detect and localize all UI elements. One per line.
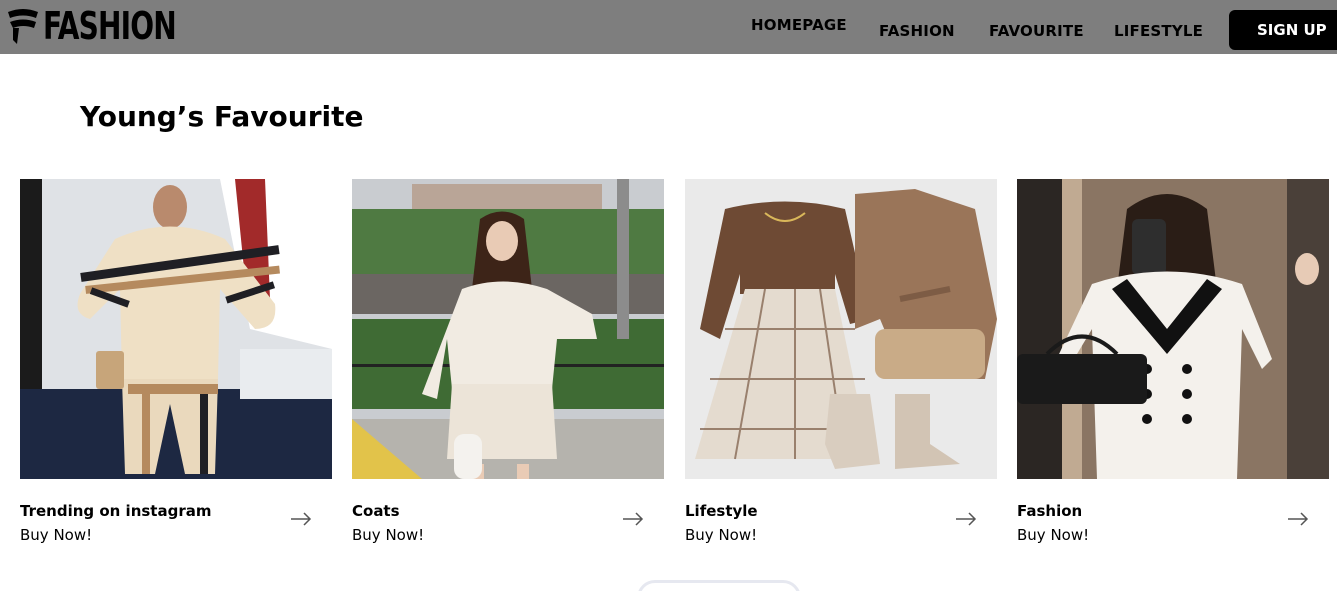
nav-item-homepage[interactable]: HOMEPAGE — [751, 16, 847, 34]
card-buy-now-link[interactable]: Buy Now! — [352, 526, 424, 544]
card-title: Trending on instagram — [20, 502, 212, 520]
card-title: Lifestyle — [685, 502, 758, 520]
card-buy-now-link[interactable]: Buy Now! — [1017, 526, 1089, 544]
arrow-right-icon[interactable] — [955, 512, 977, 526]
product-image-blazer-dress[interactable] — [1017, 179, 1329, 479]
card-title: Fashion — [1017, 502, 1083, 520]
arrow-right-icon[interactable] — [290, 512, 312, 526]
load-more-button[interactable] — [637, 580, 801, 591]
product-card-trending[interactable]: Trending on instagram Buy Now! — [20, 179, 332, 549]
brand-logo[interactable]: FASHION — [6, 4, 205, 48]
arrow-right-icon[interactable] — [1287, 512, 1309, 526]
top-navigation-bar: FASHION HOMEPAGE FASHION FAVOURITE LIFES… — [0, 0, 1337, 54]
sign-up-button[interactable]: SIGN UP — [1229, 10, 1337, 50]
fashion-logo-icon — [8, 9, 38, 44]
nav-item-fashion[interactable]: FASHION — [879, 22, 955, 40]
card-buy-now-link[interactable]: Buy Now! — [685, 526, 757, 544]
card-title: Coats — [352, 502, 400, 520]
product-card-fashion[interactable]: Fashion Buy Now! — [1017, 179, 1329, 549]
card-buy-now-link[interactable]: Buy Now! — [20, 526, 92, 544]
product-card-lifestyle[interactable]: Lifestyle Buy Now! — [685, 179, 997, 549]
nav-item-lifestyle[interactable]: LIFESTYLE — [1114, 22, 1203, 40]
product-image-coat-outfit[interactable] — [352, 179, 664, 479]
section-title: Young’s Favourite — [80, 100, 364, 133]
product-image-flatlay[interactable] — [685, 179, 997, 479]
product-image-knit-set[interactable] — [20, 179, 332, 479]
nav-item-favourite[interactable]: FAVOURITE — [989, 22, 1084, 40]
brand-name: FASHION — [43, 4, 177, 48]
arrow-right-icon[interactable] — [622, 512, 644, 526]
product-card-coats[interactable]: Coats Buy Now! — [352, 179, 664, 549]
